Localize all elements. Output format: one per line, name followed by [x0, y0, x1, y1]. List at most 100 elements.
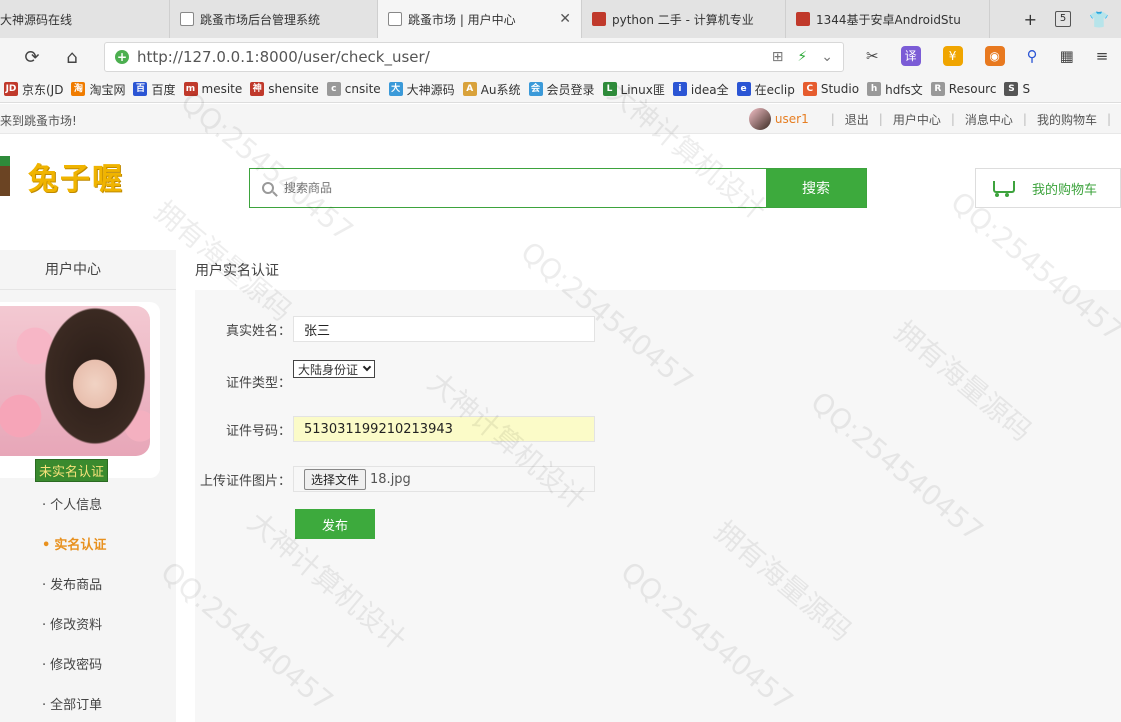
sidebar-item-change-password[interactable]: · 修改密码 [0, 646, 176, 686]
wallet-icon[interactable]: ¥ [942, 46, 963, 66]
bookmark-item[interactable]: 会会员登录 [528, 81, 603, 98]
bookmark-icon: S [1004, 82, 1019, 96]
bookmark-icon: 淘 [71, 82, 86, 96]
bookmark-label: shensite [268, 82, 319, 96]
tab-label: 跳蚤市场后台管理系统 [200, 12, 321, 27]
bookmark-item[interactable]: 淘淘宝网 [71, 81, 133, 98]
bookmark-item[interactable]: JD 京东(JD [4, 81, 71, 98]
browser-tab[interactable]: 大神源码在线 [0, 0, 170, 38]
bookmark-icon: 会 [528, 82, 543, 96]
new-tab-icon[interactable]: + [1024, 10, 1037, 29]
bookmark-item[interactable]: m mesite [183, 82, 251, 96]
url-bar[interactable]: + http://127.0.0.1:8000/user/check_user/… [104, 42, 844, 72]
bookmark-label: 大神源码 [406, 82, 455, 97]
sidebar-item-label: 修改资料 [50, 618, 103, 633]
avatar[interactable] [0, 306, 150, 456]
bookmark-item[interactable]: R Resourc [930, 82, 1005, 96]
bookmark-item[interactable]: C Studio [802, 82, 867, 96]
site-logo[interactable]: 兔子喔 [0, 148, 140, 204]
bookmark-label: 百度 [151, 82, 176, 97]
sidebar-item-label: 全部订单 [50, 698, 103, 713]
form-row-id-number: 证件号码： 513031199210213943 [195, 416, 1121, 442]
sidebar-item-publish[interactable]: · 发布商品 [0, 566, 176, 606]
bookmark-item[interactable]: L Linux匪 [602, 81, 673, 98]
bookmark-label: 淘宝网 [89, 82, 126, 97]
sidebar-item-edit-profile[interactable]: · 修改资料 [0, 606, 176, 646]
publish-button[interactable]: 发布 [295, 509, 375, 539]
bookmark-icon: i [672, 82, 687, 96]
bookmark-item[interactable]: SS [1004, 82, 1038, 96]
bookmark-item[interactable]: h hdfs文 [867, 81, 931, 98]
divider: | [950, 112, 955, 126]
bookmark-item[interactable]: 大大神源码 [388, 81, 463, 98]
search-button[interactable]: 搜索 [766, 169, 866, 207]
cart-button[interactable]: 我的购物车 [975, 168, 1121, 208]
bookmark-item[interactable]: i idea全 [672, 81, 737, 98]
gamepad-icon[interactable]: ◉ [984, 46, 1005, 66]
tab-label: 1344基于安卓AndroidStu [816, 12, 961, 27]
browser-tab[interactable]: 1344基于安卓AndroidStu [786, 0, 990, 38]
sidebar-item-label: 实名认证 [54, 538, 107, 553]
upload-label: 上传证件图片： [199, 473, 291, 489]
user-center-link[interactable]: 用户中心 [893, 111, 941, 128]
search-bar: 搜索 [249, 168, 867, 208]
bookmark-icon: e [736, 82, 751, 96]
search-input[interactable] [284, 181, 766, 195]
reload-icon[interactable]: ⟳ [12, 47, 52, 68]
divider: | [878, 112, 883, 126]
chevron-down-icon[interactable]: ⌄ [821, 49, 833, 65]
bookmark-item[interactable]: 百百度 [133, 81, 183, 98]
browser-tab[interactable]: python 二手 - 计算机专业 [582, 0, 786, 38]
id-number-field[interactable]: 513031199210213943 [293, 416, 595, 442]
logo-text: 兔子喔 [28, 162, 124, 197]
bookmark-label: 在eclip [754, 82, 795, 97]
id-number-label: 证件号码： [225, 423, 291, 439]
file-upload-field: 选择文件 18.jpg [293, 466, 595, 492]
bookmark-item[interactable]: c cnsite [326, 82, 389, 96]
translate-icon[interactable]: 译 [900, 46, 921, 66]
home-icon[interactable]: ⌂ [52, 47, 92, 68]
sidebar-item-label: 个人信息 [50, 498, 103, 513]
bookmark-item[interactable]: 神 shensite [250, 82, 327, 96]
search-input-wrap[interactable] [250, 169, 766, 207]
bookmark-label: Au系统 [480, 82, 521, 97]
browser-tab-active[interactable]: 跳蚤市场 | 用户中心 ✕ [378, 0, 582, 38]
avatar[interactable] [748, 108, 771, 130]
shirt-icon[interactable]: 👕 [1089, 10, 1109, 29]
sidebar-item-orders[interactable]: · 全部订单 [0, 686, 176, 722]
scissors-icon[interactable]: ✂ [866, 47, 879, 65]
lightning-icon[interactable]: ⚡ [797, 49, 807, 65]
browser-tab[interactable]: 跳蚤市场后台管理系统 [170, 0, 378, 38]
url-text[interactable]: http://127.0.0.1:8000/user/check_user/ [137, 48, 430, 66]
apps-grid-icon[interactable]: ▦ [1060, 47, 1074, 65]
grid-icon[interactable]: ⊞ [772, 49, 784, 65]
my-cart-link[interactable]: 我的购物车 [1037, 111, 1097, 128]
search-icon-toolbar[interactable]: ⚲ [1027, 47, 1038, 65]
name-label: 真实姓名： [225, 323, 291, 339]
tab-count-badge[interactable]: 5 [1055, 11, 1072, 27]
form-row-name: 真实姓名： 张三 [195, 316, 1121, 342]
bookmark-icon: 大 [388, 82, 403, 96]
real-name-field[interactable]: 张三 [293, 316, 595, 342]
bookmark-label: hdfs文 [885, 82, 923, 97]
id-type-select[interactable]: 大陆身份证 [293, 360, 376, 378]
username-link[interactable]: user1 [775, 112, 809, 126]
sidebar-menu: · 个人信息 • 实名认证 · 发布商品 · 修改资料 · 修改密码 · 全部订单 [0, 486, 176, 722]
page-title: 用户实名认证 [195, 263, 279, 279]
logout-link[interactable]: 退出 [845, 111, 869, 128]
bookmark-label: 京东(JD [22, 82, 64, 97]
message-center-link[interactable]: 消息中心 [965, 111, 1013, 128]
site-top-strip: 来到跳蚤市场! user1 | 退出 | 用户中心 | 消息中心 | 我的购物车… [0, 104, 1121, 134]
choose-file-button[interactable]: 选择文件 [304, 468, 367, 490]
bullet-icon: · [42, 618, 47, 633]
close-icon[interactable]: ✕ [559, 11, 571, 27]
sidebar-item-verification[interactable]: • 实名认证 [0, 526, 176, 566]
bookmark-icon: JD [4, 82, 18, 96]
chevron-down-icon [362, 362, 372, 372]
bookmark-item[interactable]: e 在eclip [736, 81, 803, 98]
bookmark-item[interactable]: A Au系统 [462, 81, 529, 98]
sidebar-item-profile[interactable]: · 个人信息 [0, 486, 176, 526]
bookmark-label: Studio [820, 82, 860, 96]
file-name: 18.jpg [370, 471, 411, 487]
menu-icon[interactable]: ≡ [1096, 47, 1109, 65]
